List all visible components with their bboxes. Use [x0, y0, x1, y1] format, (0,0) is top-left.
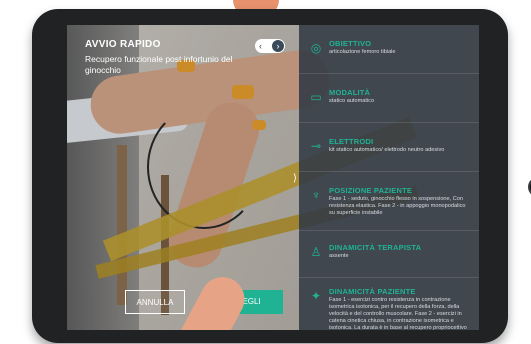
patient-dynamic-icon: ✦ [310, 289, 322, 303]
item-heading: DINAMICITÀ TERAPISTA [329, 243, 422, 252]
page-title: AVVIO RAPIDO [85, 39, 161, 50]
item-heading: MODALITÀ [329, 88, 371, 97]
monitor-icon: ▭ [310, 90, 322, 104]
item-detail: articolazione femoro tibiale [329, 49, 396, 55]
item-heading: POSIZIONE PAZIENTE [329, 186, 413, 195]
item-heading: ELETTRODI [329, 137, 374, 146]
info-item-electrodes: ⊸ ELETTRODI kit statico automatico/ elet… [299, 127, 479, 172]
header: AVVIO RAPIDO Recupero funzionale post in… [85, 39, 255, 76]
nav-toggle[interactable]: ‹ › [255, 39, 285, 53]
info-item-patient-position: ♆ POSIZIONE PAZIENTE Fase 1 - seduto, gi… [299, 176, 479, 231]
info-item-patient-dynamic: ✦ DINAMICITÀ PAZIENTE Fase 1 - esercizi … [299, 277, 479, 330]
item-detail: statico automatico [329, 98, 375, 104]
info-panel: ⟩ ◎ OBIETTIVO articolazione femoro tibia… [293, 25, 479, 330]
app-screen: AVVIO RAPIDO Recupero funzionale post in… [67, 25, 479, 330]
expand-handle-icon[interactable]: ⟩ [293, 173, 297, 184]
chevron-right-icon[interactable]: › [272, 40, 284, 52]
electrode-icon: ⊸ [310, 139, 322, 153]
item-heading: DINAMICITÀ PAZIENTE [329, 287, 416, 296]
patient-position-icon: ♆ [311, 188, 321, 202]
page-subtitle: Recupero funzionale post infortunio del … [85, 54, 233, 75]
item-heading: OBIETTIVO [329, 39, 372, 48]
item-detail: Fase 1 - esercizi contro resistenza in c… [329, 297, 467, 330]
info-item-therapist: ♙ DINAMICITÀ TERAPISTA assente [299, 233, 479, 278]
info-item-objective: ◎ OBIETTIVO articolazione femoro tibiale [299, 29, 479, 74]
item-detail: Fase 1 - seduto, ginocchio flesso in sos… [329, 196, 466, 216]
item-detail: assente [329, 253, 349, 259]
target-icon: ◎ [310, 41, 322, 55]
item-detail: kit statico automatico/ elettrodo neutro… [329, 147, 445, 153]
cancel-button[interactable]: ANNULLA [125, 290, 185, 314]
info-item-mode: ▭ MODALITÀ statico automatico [299, 78, 479, 123]
chevron-left-icon[interactable]: ‹ [259, 39, 262, 53]
therapist-icon: ♙ [310, 245, 322, 259]
